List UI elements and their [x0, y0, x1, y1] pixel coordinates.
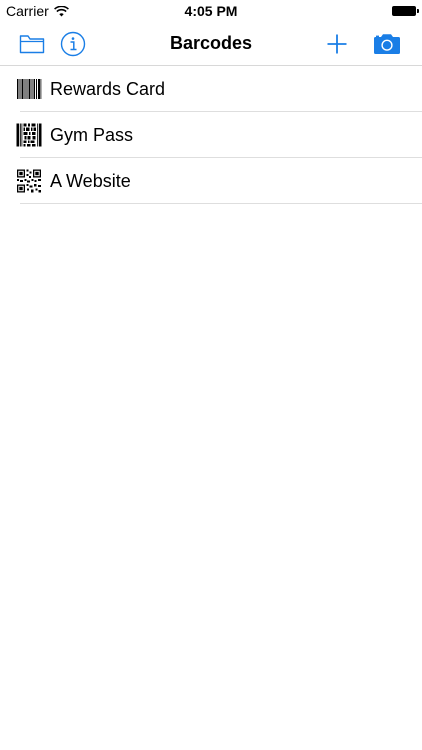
status-time: 4:05 PM — [184, 3, 238, 19]
barcode-label: Gym Pass — [50, 125, 134, 145]
add-barcode-button[interactable] — [322, 29, 352, 59]
barcode-label: A Website — [50, 171, 131, 191]
battery-icon — [392, 6, 419, 16]
plus-icon — [327, 34, 347, 54]
camera-button[interactable] — [372, 29, 402, 59]
barcode-row-gym-pass[interactable]: Gym Pass — [0, 112, 422, 158]
barcode-row-rewards-card[interactable]: Rewards Card — [0, 66, 422, 112]
barcode-label: Rewards Card — [50, 79, 166, 99]
camera-icon — [374, 34, 400, 54]
linear-barcode-icon — [17, 79, 42, 99]
pdf417-barcode-icon — [16, 123, 42, 147]
barcode-list: Rewards Card Gym Pass A Website — [0, 66, 422, 204]
qr-code-icon — [17, 169, 41, 193]
navigation-bar: Barcodes — [0, 22, 422, 66]
page-title: Barcodes — [169, 33, 253, 53]
barcode-row-a-website[interactable]: A Website — [0, 158, 422, 204]
status-bar: Carrier 4:05 PM — [0, 0, 422, 22]
